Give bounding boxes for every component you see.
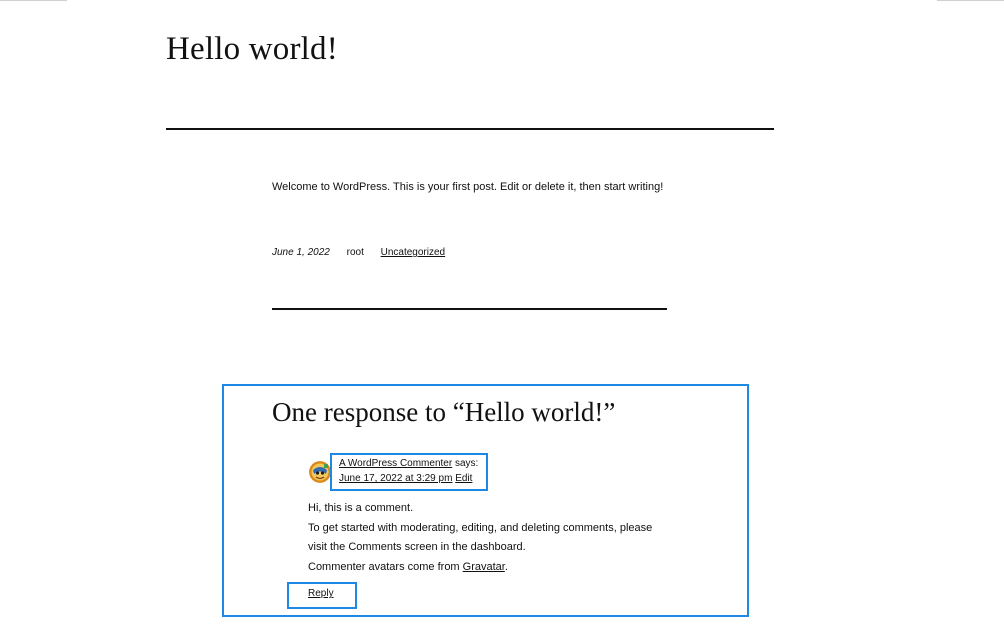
title-separator (166, 128, 774, 130)
top-right-border (937, 0, 1004, 1)
post-content: Welcome to WordPress. This is your first… (272, 181, 664, 193)
comment-author-line: A WordPress Commenter says: (339, 458, 478, 469)
post-author[interactable]: root (347, 247, 364, 258)
content-separator (272, 308, 667, 310)
gravatar-link[interactable]: Gravatar (463, 561, 505, 573)
reply-button[interactable]: Reply (308, 588, 334, 599)
comment-date-line: June 17, 2022 at 3:29 pm Edit (339, 473, 472, 484)
comment-line: To get started with moderating, editing,… (308, 521, 653, 534)
comment-author-link[interactable]: A WordPress Commenter (339, 458, 452, 469)
comment-line: Hi, this is a comment. (308, 502, 414, 514)
post-meta: June 1, 2022 root Uncategorized (272, 247, 445, 258)
comment-line: Commenter avatars come from Gravatar. (308, 558, 652, 578)
top-left-border (0, 0, 67, 1)
comment-says-label: says: (452, 458, 479, 469)
comments-heading: One response to “Hello world!” (272, 397, 616, 427)
comment-body: Hi, this is a comment. To get started wi… (308, 499, 652, 578)
comment-line-suffix: . (504, 561, 508, 574)
comment-line-text: Commenter avatars come from (308, 561, 463, 574)
gravatar-avatar-icon (309, 461, 331, 483)
post-category-link[interactable]: Uncategorized (381, 247, 445, 258)
comment-date-link[interactable]: June 17, 2022 at 3:29 pm (339, 473, 452, 484)
comment-edit-link[interactable]: Edit (455, 473, 472, 484)
post-title: Hello world! (166, 31, 338, 67)
post-date[interactable]: June 1, 2022 (272, 247, 330, 258)
comment-line: visit the Comments screen in the dashboa… (308, 541, 526, 554)
